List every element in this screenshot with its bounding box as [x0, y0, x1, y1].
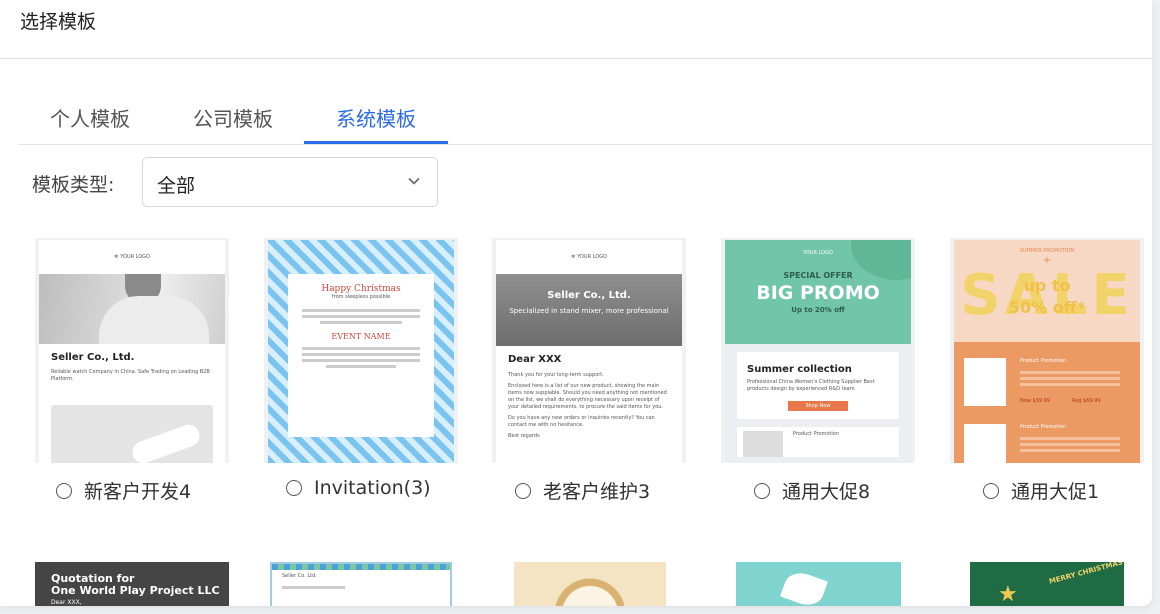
dialog-title: 选择模板: [20, 10, 97, 33]
radio-button[interactable]: [56, 482, 72, 499]
template-card-old-customer-3[interactable]: ✲ YOUR LOGO Seller Co., Ltd. Specialized …: [492, 238, 686, 463]
greeting: Dear XXX: [508, 354, 562, 365]
invitation-card: Happy Christmas from sleepless possible …: [288, 274, 434, 437]
template-card-ornament[interactable]: [514, 562, 666, 606]
company-name: Seller Co., Ltd.: [51, 352, 135, 363]
template-thumbnail: ✲ YOUR LOGO Seller Co., Ltd. Reliable wat…: [39, 240, 225, 463]
template-card-general-promo-8[interactable]: YOUR LOGO SPECIAL OFFER BIG PROMO Up to …: [721, 238, 915, 463]
company-name: Seller Co., Ltd.: [547, 290, 631, 301]
tab-company-templates[interactable]: 公司模板: [161, 92, 305, 142]
product-image: [964, 358, 1006, 406]
template-card-invitation-3[interactable]: Happy Christmas from sleepless possible …: [264, 238, 458, 463]
chevron-down-icon: [408, 177, 420, 185]
radio-button[interactable]: [515, 482, 531, 499]
company-tagline: Specialized in stand mixer, more profess…: [509, 307, 669, 315]
template-option-invitation-3[interactable]: Invitation(3): [286, 477, 431, 499]
company-desc: Reliable watch Company in China. Safe Tr…: [51, 369, 210, 382]
template-option-general-promo-1[interactable]: 通用大促1: [983, 477, 1099, 504]
discount-text: Up to 20% off: [791, 306, 845, 314]
template-type-label: 模板类型:: [32, 174, 115, 196]
template-type-value: 全部: [157, 175, 196, 197]
template-card-holly[interactable]: [736, 562, 901, 606]
template-card-letter[interactable]: Seller Co. Ltd.: [270, 562, 452, 606]
template-card-quotation[interactable]: Quotation for One World Play Project LLC…: [35, 562, 229, 606]
body-text: Do you have any new orders or inquiries …: [508, 415, 655, 428]
product-reg-price: Reg $69.99: [1072, 398, 1101, 404]
template-thumbnail: ✲ YOUR LOGO Seller Co., Ltd. Specialized …: [496, 240, 682, 463]
template-option-new-customer-4[interactable]: 新客户开发4: [56, 477, 191, 504]
template-logo: YOUR LOGO: [803, 250, 833, 256]
radio-button[interactable]: [754, 482, 770, 499]
merry-christmas-text: MERRY CHRISTMAS: [1048, 562, 1124, 586]
template-name: 通用大促8: [782, 481, 871, 503]
template-card-general-promo-1[interactable]: SUMMER PROMOTION + SALE up to 50% off* P…: [950, 238, 1144, 463]
event-name: EVENT NAME: [331, 332, 391, 341]
invitation-subheading: from sleepless possible: [331, 294, 391, 300]
invitation-heading: Happy Christmas: [321, 284, 401, 294]
tab-personal-templates[interactable]: 个人模板: [18, 92, 162, 142]
product-image: [51, 405, 213, 463]
up-to-text: up to: [1023, 276, 1071, 295]
quotation-greeting: Dear XXX,: [51, 599, 82, 606]
template-name: 新客户开发4: [84, 481, 192, 503]
collection-box: Summer collection Professional China Wom…: [737, 352, 899, 419]
template-tabs: 个人模板 公司模板 系统模板: [18, 92, 1152, 145]
template-name: 通用大促1: [1011, 481, 1100, 503]
template-option-general-promo-8[interactable]: 通用大促8: [754, 477, 870, 504]
template-logo: ✲ YOUR LOGO: [571, 253, 607, 260]
tab-system-templates[interactable]: 系统模板: [304, 92, 448, 144]
sale-text: SALE: [960, 263, 1134, 328]
quotation-client: One World Play Project LLC: [51, 584, 220, 597]
hero-banner: Seller Co., Ltd. Specialized in stand mi…: [496, 274, 682, 346]
select-template-dialog: 选择模板 个人模板 公司模板 系统模板 模板类型: 全部 ✲ YOUR LOGO …: [0, 0, 1152, 606]
template-thumbnail: YOUR LOGO SPECIAL OFFER BIG PROMO Up to …: [725, 240, 911, 463]
template-card-merry-christmas[interactable]: ★ MERRY CHRISTMAS: [970, 562, 1124, 606]
special-offer: SPECIAL OFFER: [783, 271, 853, 280]
template-logo: ✲ YOUR LOGO: [114, 253, 150, 260]
promotion-kicker: SUMMER PROMOTION: [1019, 248, 1075, 254]
body-text: Enclosed here is a list of our new produ…: [508, 383, 667, 410]
product-image: [964, 424, 1006, 463]
shop-now-button: Shop Now: [788, 401, 848, 411]
template-thumbnail: Happy Christmas from sleepless possible …: [268, 240, 454, 463]
body-text: Best regards: [508, 433, 540, 439]
promo-banner: YOUR LOGO SPECIAL OFFER BIG PROMO Up to …: [725, 240, 911, 344]
big-promo: BIG PROMO: [756, 282, 880, 304]
collection-desc: Professional China Women's Clothing Supp…: [747, 379, 875, 392]
product-promotion: Product Promotion: [1020, 424, 1067, 430]
discount-text: 50% off*: [1008, 298, 1086, 317]
template-card-new-customer-4[interactable]: ✲ YOUR LOGO Seller Co., Ltd. Reliable wat…: [35, 238, 229, 463]
letter-header: Seller Co. Ltd.: [282, 573, 317, 579]
product-price: Now $39.99: [1020, 398, 1050, 404]
product-section: Product Promotion Now $39.99 Reg $69.99 …: [954, 342, 1140, 463]
product-promotion: Product Promotion: [1020, 358, 1067, 364]
dialog-header: 选择模板: [0, 0, 1152, 59]
body-text: Thank you for your long-term support.: [508, 372, 604, 378]
template-name: 老客户维护3: [543, 481, 651, 503]
template-thumbnail: SUMMER PROMOTION + SALE up to 50% off* P…: [954, 240, 1140, 463]
template-type-select[interactable]: 全部: [142, 157, 438, 207]
sale-banner: SUMMER PROMOTION + SALE up to 50% off*: [954, 240, 1140, 342]
product-promotion: Product Promotion: [793, 431, 840, 437]
template-option-old-customer-3[interactable]: 老客户维护3: [515, 477, 650, 504]
product-row: Product Promotion: [737, 427, 899, 457]
hero-image: [39, 274, 225, 344]
radio-button[interactable]: [983, 482, 999, 499]
template-name: Invitation(3): [314, 477, 431, 499]
star-icon: ★: [998, 582, 1018, 606]
collection-title: Summer collection: [747, 364, 852, 375]
radio-button[interactable]: [286, 480, 302, 496]
